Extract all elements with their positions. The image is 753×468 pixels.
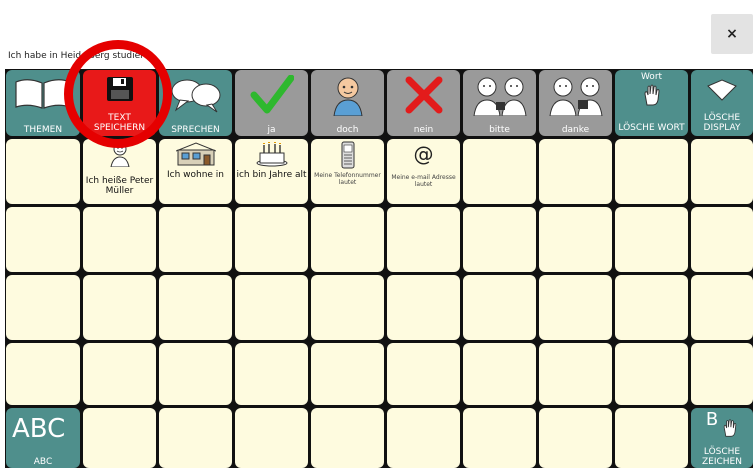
empty-cell[interactable] [6, 343, 80, 405]
sprechen-button[interactable]: SPRECHEN [159, 70, 232, 136]
empty-cell[interactable] [311, 343, 384, 405]
nein-button[interactable]: nein [387, 70, 460, 136]
empty-cell[interactable] [539, 139, 612, 204]
empty-cell[interactable] [6, 139, 80, 204]
phrase-wohne-button[interactable]: Ich wohne in [159, 139, 232, 204]
cross-icon [405, 76, 442, 114]
empty-cell[interactable] [615, 343, 688, 405]
phrase-telefon-button[interactable]: Meine Telefonnummer lautet [311, 139, 384, 204]
wort-caption: Wort [640, 72, 663, 82]
birthday-cake-icon [256, 142, 287, 167]
wiping-hand-icon [643, 84, 660, 106]
at-sign-icon: @ [413, 142, 434, 166]
empty-cell[interactable] [387, 275, 460, 340]
empty-cell[interactable] [539, 207, 612, 272]
nein-label: nein [413, 125, 434, 135]
wiping-hand-icon [723, 419, 737, 437]
empty-cell[interactable] [311, 275, 384, 340]
empty-cell[interactable] [691, 207, 753, 272]
empty-cell[interactable] [691, 343, 753, 405]
loesche-display-label: LÖSCHE DISPLAY [703, 113, 741, 133]
phrase-alter-button[interactable]: ich bin Jahre alt [235, 139, 308, 204]
empty-cell[interactable] [539, 275, 612, 340]
empty-cell[interactable] [615, 408, 688, 468]
message-text: Ich habe in Heidelberg studiert. [8, 51, 151, 61]
floppy-disk-icon [106, 77, 133, 101]
empty-cell[interactable] [463, 207, 536, 272]
empty-cell[interactable] [691, 139, 753, 204]
check-mark-icon [250, 75, 294, 114]
speech-bubbles-icon [171, 79, 220, 113]
empty-cell[interactable] [83, 207, 156, 272]
text-speichern-label: TEXT SPEICHERN [93, 113, 146, 133]
ja-label: ja [267, 125, 276, 135]
phrase-alter-label: ich bin Jahre alt [236, 170, 307, 180]
empty-cell[interactable] [159, 408, 232, 468]
empty-cell[interactable] [539, 408, 612, 468]
empty-cell[interactable] [387, 408, 460, 468]
danke-label: danke [561, 125, 590, 135]
empty-cell[interactable] [463, 343, 536, 405]
empty-cell[interactable] [539, 343, 612, 405]
empty-cell[interactable] [235, 343, 308, 405]
phrase-email-label: Meine e-mail Adresse lautet [391, 174, 456, 188]
text-speichern-button[interactable]: TEXT SPEICHERN [83, 70, 156, 136]
message-bar: Ich habe in Heidelberg studiert. × [0, 0, 753, 68]
person-nodding-icon [332, 77, 363, 116]
loesche-wort-button[interactable]: Wort LÖSCHE WORT [615, 70, 688, 136]
empty-cell[interactable] [159, 207, 232, 272]
empty-cell[interactable] [387, 343, 460, 405]
themen-label: THEMEN [23, 125, 63, 135]
empty-cell[interactable] [83, 275, 156, 340]
abc-label: ABC [33, 457, 53, 467]
empty-cell[interactable] [6, 207, 80, 272]
empty-cell[interactable] [615, 207, 688, 272]
empty-cell[interactable] [6, 275, 80, 340]
phrase-name-label: Ich heiße Peter Müller [85, 176, 154, 196]
loesche-wort-label: LÖSCHE WORT [618, 123, 685, 133]
person-name-icon [109, 142, 130, 167]
doch-label: doch [336, 125, 359, 135]
empty-cell[interactable] [159, 275, 232, 340]
abc-keyboard-icon: ABC [12, 414, 66, 444]
empty-cell[interactable] [311, 408, 384, 468]
phrase-name-button[interactable]: Ich heiße Peter Müller [83, 139, 156, 204]
empty-cell[interactable] [311, 207, 384, 272]
danke-button[interactable]: danke [539, 70, 612, 136]
empty-cell[interactable] [463, 139, 536, 204]
book-icon [15, 79, 71, 109]
empty-cell[interactable] [83, 343, 156, 405]
mobile-phone-icon [341, 141, 354, 169]
phrase-wohne-label: Ich wohne in [166, 170, 225, 180]
empty-cell[interactable] [615, 139, 688, 204]
empty-cell[interactable] [615, 275, 688, 340]
abc-button[interactable]: ABC ABC [6, 408, 80, 468]
house-icon [175, 142, 216, 166]
loesche-zeichen-button[interactable]: B LÖSCHE ZEICHEN [691, 408, 753, 468]
empty-cell[interactable] [83, 408, 156, 468]
empty-cell[interactable] [691, 275, 753, 340]
loesche-zeichen-label: LÖSCHE ZEICHEN [702, 447, 742, 467]
empty-cell[interactable] [463, 408, 536, 468]
themen-button[interactable]: THEMEN [6, 70, 80, 136]
eraser-icon [707, 79, 737, 101]
two-people-thanking-icon [548, 77, 603, 116]
empty-cell[interactable] [235, 408, 308, 468]
empty-cell[interactable] [159, 343, 232, 405]
symbol-grid: THEMEN TEXT SPEICHERN SPRECHEN ja doch n… [5, 69, 753, 468]
phrase-telefon-label: Meine Telefonnummer lautet [314, 172, 381, 186]
empty-cell[interactable] [387, 207, 460, 272]
sprechen-label: SPRECHEN [171, 125, 220, 135]
empty-cell[interactable] [235, 275, 308, 340]
doch-button[interactable]: doch [311, 70, 384, 136]
two-people-giving-icon [472, 77, 527, 116]
phrase-email-button[interactable]: @ Meine e-mail Adresse lautet [387, 139, 460, 204]
ja-button[interactable]: ja [235, 70, 308, 136]
empty-cell[interactable] [235, 207, 308, 272]
bitte-button[interactable]: bitte [463, 70, 536, 136]
bitte-label: bitte [489, 125, 510, 135]
loesche-display-button[interactable]: LÖSCHE DISPLAY [691, 70, 753, 136]
empty-cell[interactable] [463, 275, 536, 340]
close-button[interactable]: × [711, 14, 753, 54]
